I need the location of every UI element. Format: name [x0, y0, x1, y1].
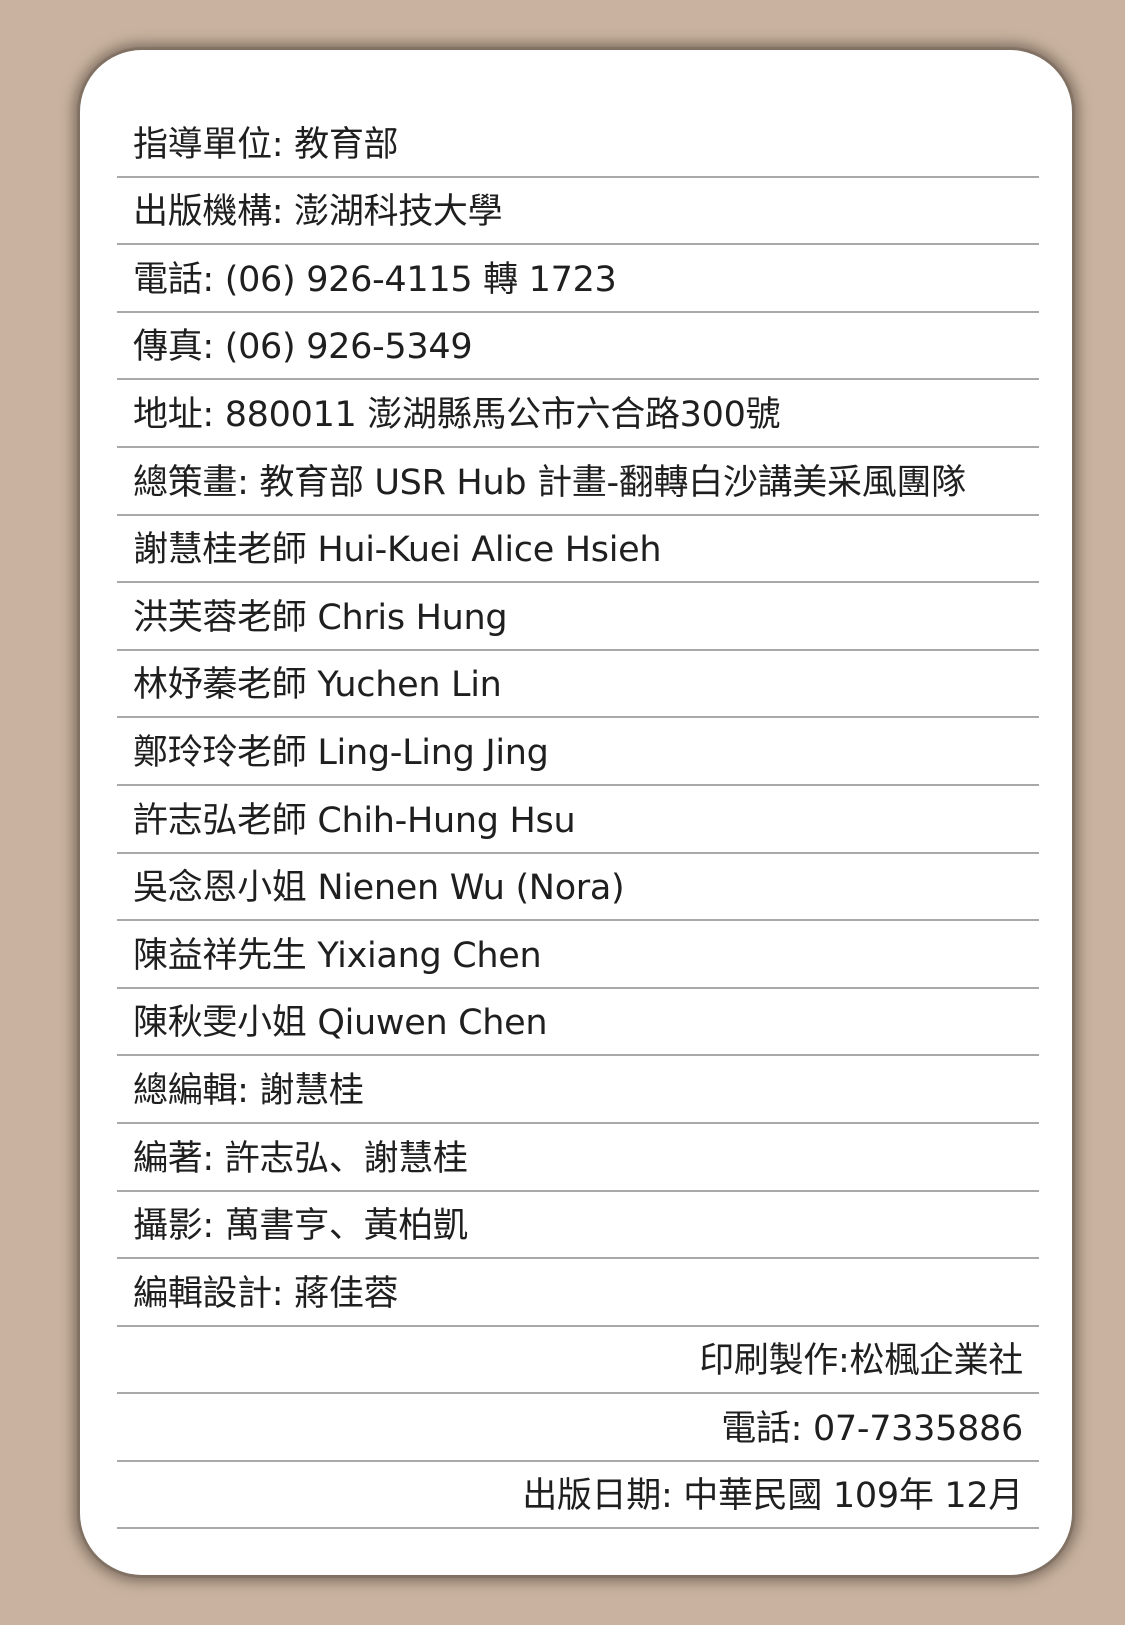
credit-row-address: 地址: 880011 澎湖縣馬公市六合路300號	[117, 380, 1039, 448]
credit-row-chief-editor: 總編輯: 謝慧桂	[117, 1056, 1039, 1124]
credit-row-team-member: 陳益祥先生 Yixiang Chen	[117, 921, 1039, 989]
credits-list: 指導單位: 教育部 出版機構: 澎湖科技大學 電話: (06) 926-4115…	[117, 110, 1039, 1530]
credit-row-publisher: 出版機構: 澎湖科技大學	[117, 178, 1039, 246]
credit-row-general-planning: 總策畫: 教育部 USR Hub 計畫-翻轉白沙講美采風團隊	[117, 448, 1039, 516]
credit-row-team-member: 吳念恩小姐 Nienen Wu (Nora)	[117, 854, 1039, 922]
credit-row-phone: 電話: (06) 926-4115 轉 1723	[117, 245, 1039, 313]
credit-row-printer-phone: 電話: 07-7335886	[117, 1394, 1039, 1462]
credit-row-printer: 印刷製作:松楓企業社	[117, 1327, 1039, 1395]
credit-row-team-member: 陳秋雯小姐 Qiuwen Chen	[117, 989, 1039, 1057]
credit-row-photography: 攝影: 萬書亨、黃柏凱	[117, 1192, 1039, 1260]
credit-row-fax: 傳真: (06) 926-5349	[117, 313, 1039, 381]
credit-row-guidance: 指導單位: 教育部	[117, 110, 1039, 178]
credit-row-team-member: 洪芙蓉老師 Chris Hung	[117, 583, 1039, 651]
credit-row-publication-date: 出版日期: 中華民國 109年 12月	[117, 1462, 1039, 1530]
credit-row-authors: 編著: 許志弘、謝慧桂	[117, 1124, 1039, 1192]
credit-row-design: 編輯設計: 蔣佳蓉	[117, 1259, 1039, 1327]
credit-row-team-member: 謝慧桂老師 Hui-Kuei Alice Hsieh	[117, 516, 1039, 584]
credit-row-team-member: 林妤蓁老師 Yuchen Lin	[117, 651, 1039, 719]
credit-row-team-member: 許志弘老師 Chih-Hung Hsu	[117, 786, 1039, 854]
credit-row-team-member: 鄭玲玲老師 Ling-Ling Jing	[117, 718, 1039, 786]
